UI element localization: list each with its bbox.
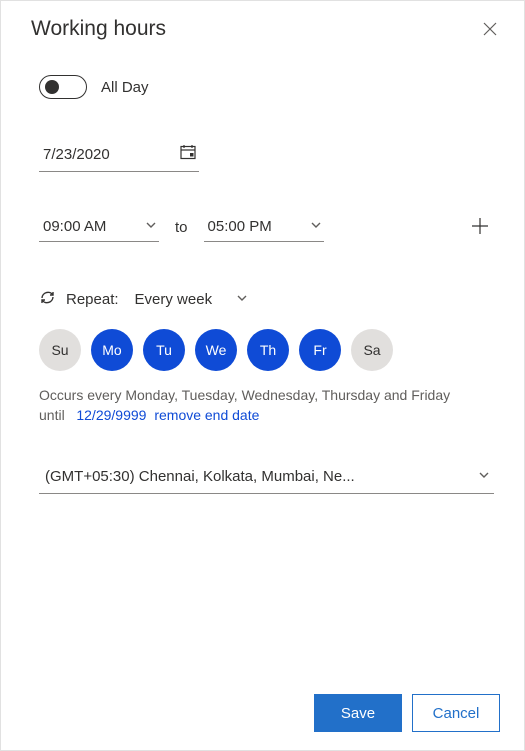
repeat-label: Repeat: — [66, 291, 119, 308]
timezone-select[interactable]: (GMT+05:30) Chennai, Kolkata, Mumbai, Ne… — [39, 462, 494, 494]
cancel-button[interactable]: Cancel — [412, 694, 500, 732]
chevron-down-icon — [236, 291, 248, 308]
until-label: until — [39, 407, 65, 423]
until-date[interactable]: 12/29/9999 — [76, 407, 146, 423]
add-time-button[interactable] — [466, 212, 494, 243]
plus-icon — [470, 216, 490, 236]
chevron-down-icon — [478, 468, 490, 485]
repeat-select[interactable]: Every week — [135, 291, 249, 308]
dialog-title: Working hours — [31, 17, 166, 41]
day-toggle-mo[interactable]: Mo — [91, 329, 133, 371]
chevron-down-icon — [145, 218, 157, 235]
all-day-toggle[interactable] — [39, 75, 87, 99]
chevron-down-icon — [310, 218, 322, 235]
date-value: 7/23/2020 — [43, 146, 110, 163]
dialog-body: All Day 7/23/2020 09:00 AM to 05:00 PM — [1, 49, 524, 639]
start-time-value: 09:00 AM — [43, 218, 106, 235]
repeat-value: Every week — [135, 291, 213, 308]
start-time-input[interactable]: 09:00 AM — [39, 214, 159, 242]
close-button[interactable] — [480, 19, 500, 39]
calendar-icon[interactable] — [179, 143, 197, 165]
remove-end-date-link[interactable]: remove end date — [154, 407, 259, 423]
day-toggle-we[interactable]: We — [195, 329, 237, 371]
day-toggle-su[interactable]: Su — [39, 329, 81, 371]
all-day-label: All Day — [101, 79, 149, 96]
end-time-value: 05:00 PM — [208, 218, 272, 235]
day-toggle-fr[interactable]: Fr — [299, 329, 341, 371]
to-label: to — [175, 219, 188, 236]
toggle-knob — [45, 80, 59, 94]
timezone-value: (GMT+05:30) Chennai, Kolkata, Mumbai, Ne… — [45, 468, 355, 485]
day-toggle-th[interactable]: Th — [247, 329, 289, 371]
date-input[interactable]: 7/23/2020 — [39, 139, 199, 172]
close-icon — [483, 22, 497, 36]
save-button[interactable]: Save — [314, 694, 402, 732]
day-toggle-tu[interactable]: Tu — [143, 329, 185, 371]
recurrence-summary: Occurs every Monday, Tuesday, Wednesday,… — [39, 387, 450, 403]
repeat-icon — [39, 289, 56, 309]
end-time-input[interactable]: 05:00 PM — [204, 214, 324, 242]
day-toggle-sa[interactable]: Sa — [351, 329, 393, 371]
